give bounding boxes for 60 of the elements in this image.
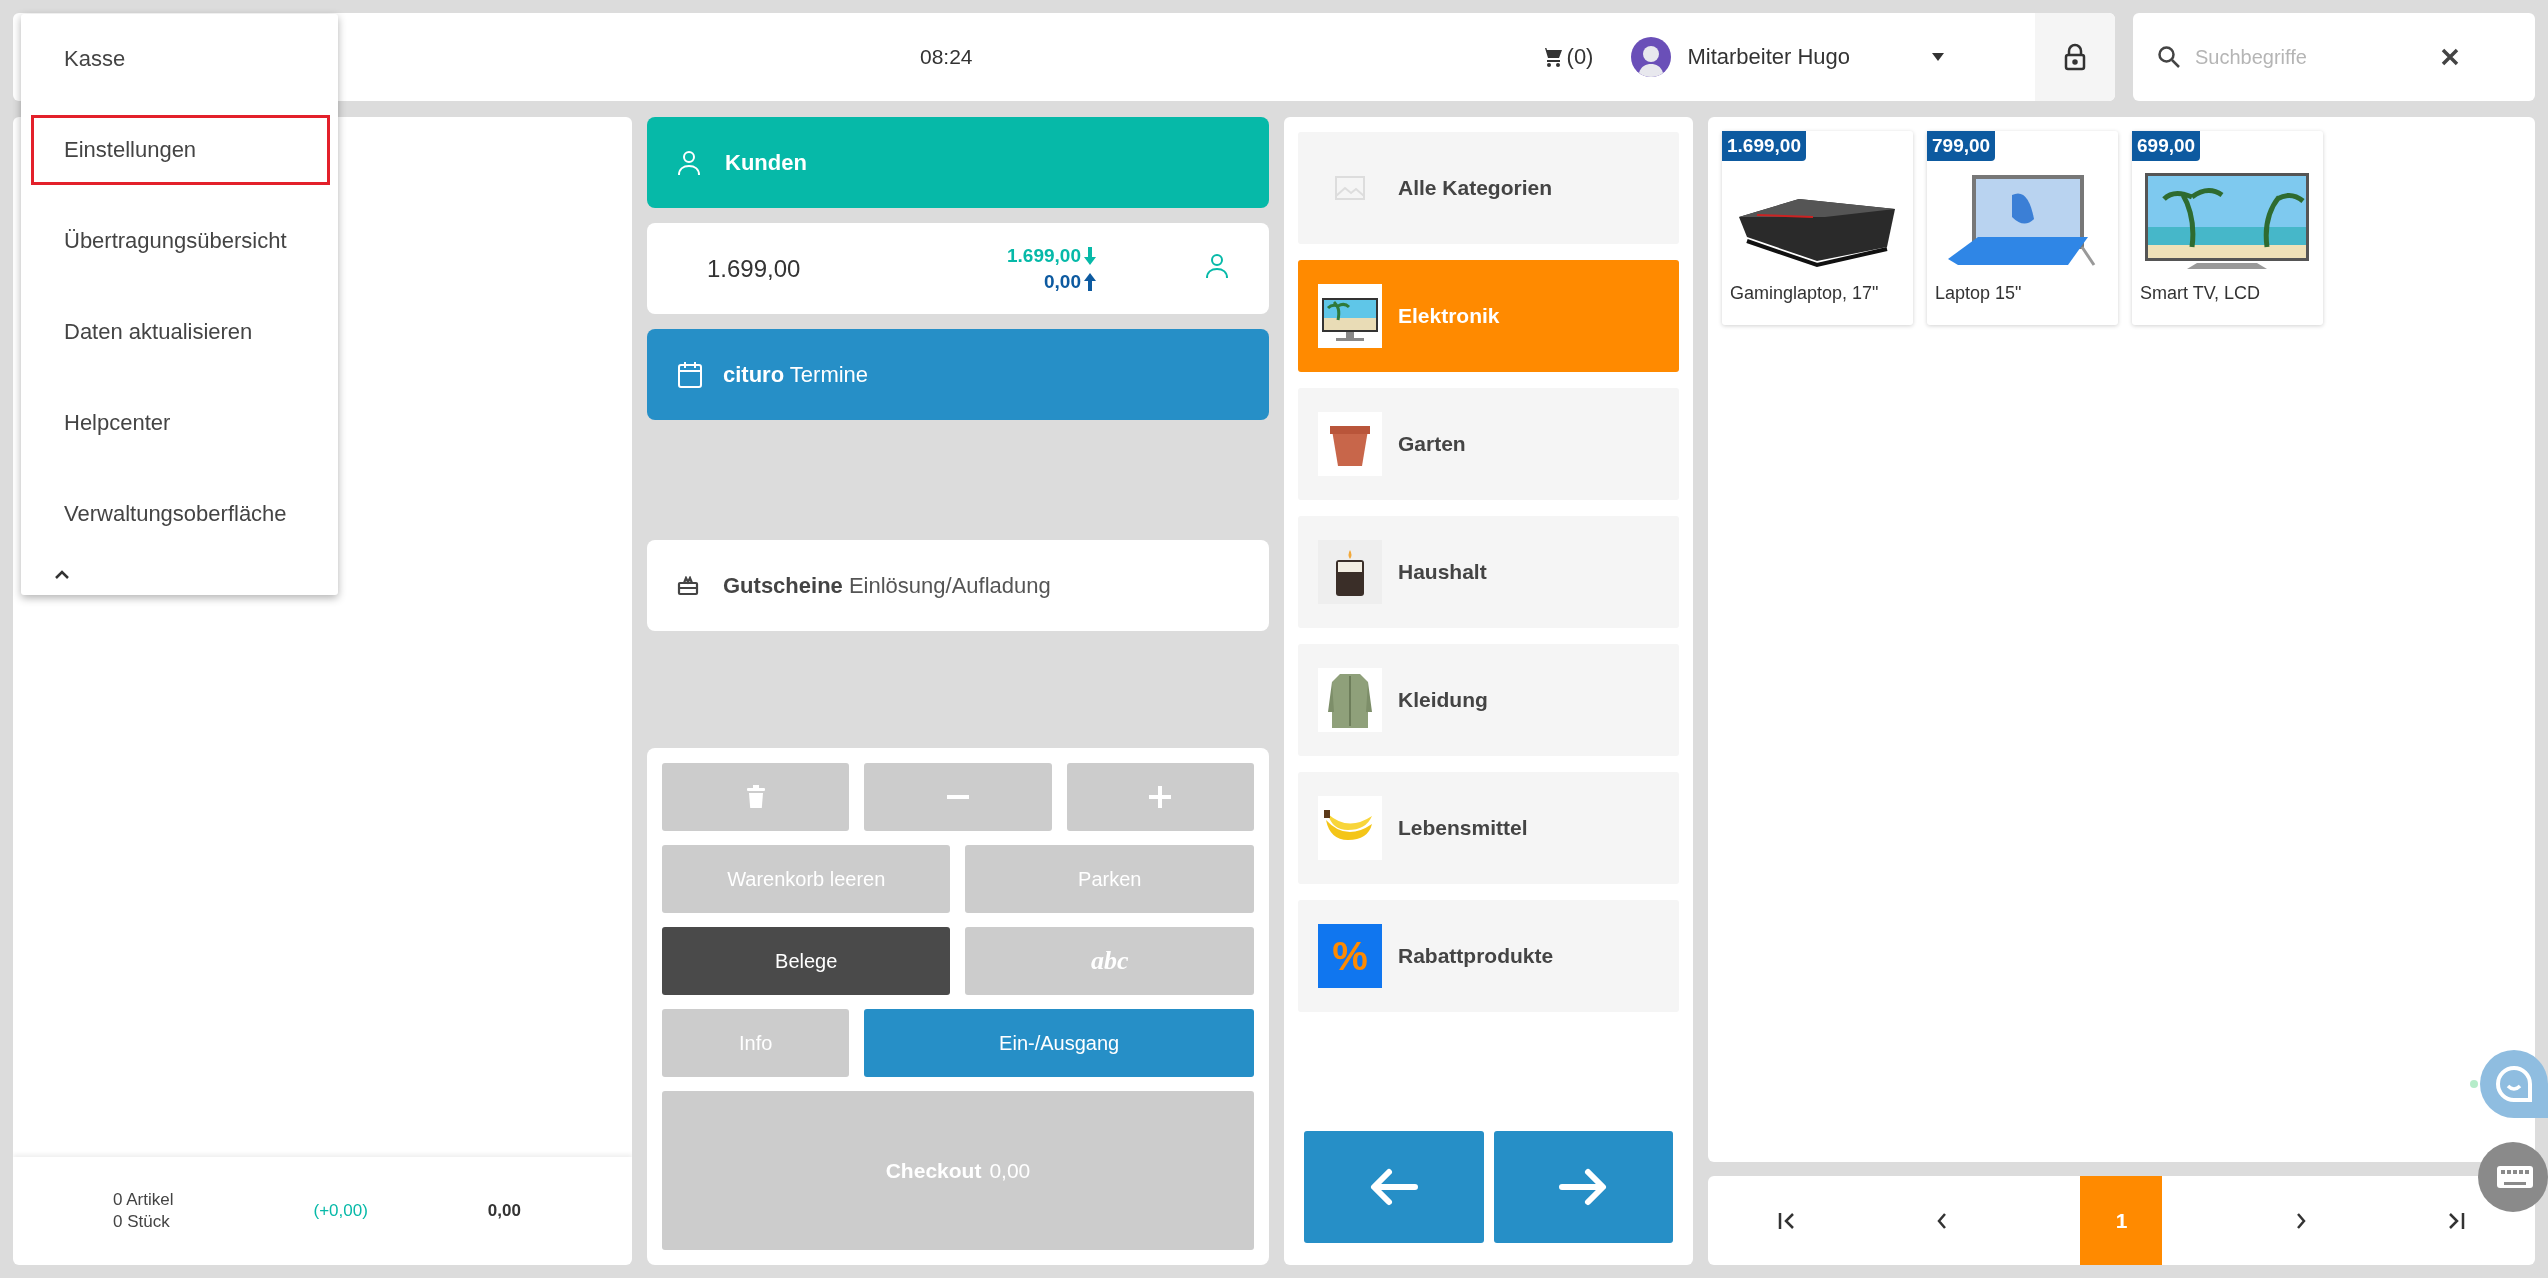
discount-badge: % (1318, 924, 1382, 988)
incoming-amount: 1.699,00 (1007, 244, 1096, 267)
keypad-button[interactable]: Belege (662, 927, 951, 995)
previous-button[interactable] (1304, 1131, 1484, 1243)
search-icon (2157, 45, 2181, 69)
menu-item[interactable]: Kasse (31, 24, 330, 94)
arrow-left-icon (1368, 1167, 1419, 1207)
lock-icon (2064, 43, 2086, 71)
product-card[interactable]: Smart TV, LCD 699,00 (2132, 131, 2323, 325)
product-price: 799,00 (1927, 131, 1996, 161)
keyboard-icon[interactable] (2478, 1142, 2548, 1212)
menu-item[interactable]: Übertragungsübersicht (31, 206, 330, 276)
category-button[interactable]: Lebensmittel (1298, 772, 1679, 884)
calendar-icon (677, 360, 703, 389)
vouchers-button[interactable]: Gutscheine Einlösung/Aufladung (647, 540, 1269, 631)
plus-icon (1149, 786, 1172, 808)
menu-item[interactable]: Einstellungen (31, 115, 330, 185)
next-button[interactable] (1493, 1131, 1673, 1243)
caret-down-icon[interactable] (1932, 53, 1945, 61)
product-price: 1.699,00 (1722, 131, 1806, 161)
product-name: Smart TV, LCD (2139, 282, 2262, 305)
lock-button[interactable] (2035, 13, 2115, 101)
appointments-button[interactable]: cituro Termine (647, 329, 1269, 420)
category-button[interactable]: % Rabattprodukte (1298, 900, 1679, 1012)
category-button[interactable]: Alle Kategorien (1298, 132, 1679, 244)
user-name[interactable]: Mitarbeiter Hugo (1687, 44, 1851, 70)
piece-count: 0 Stück (113, 1211, 171, 1233)
image-icon (1335, 176, 1365, 200)
minus-icon (947, 795, 969, 799)
category-button[interactable]: Kleidung (1298, 644, 1679, 756)
arrow-up-icon (1083, 272, 1096, 291)
balance-total: 1.699,00 (707, 254, 802, 283)
avatar-icon (1631, 37, 1672, 77)
customer-icon (1205, 252, 1229, 279)
product-card[interactable]: Gaminglaptop, 17" 1.699,00 (1722, 131, 1913, 325)
chevron-right-icon (2295, 1211, 2308, 1230)
category-button[interactable]: Garten (1298, 388, 1679, 500)
article-count: 0 Artikel (113, 1189, 174, 1211)
outgoing-amount: 0,00 (1044, 270, 1096, 293)
caret-up-icon[interactable] (55, 570, 69, 579)
product-name: Gaminglaptop, 17" (1729, 282, 1880, 305)
category-button[interactable]: Haushalt (1298, 516, 1679, 628)
close-icon (2441, 48, 2459, 66)
keypad-button[interactable]: Ein-/Ausgang (864, 1009, 1254, 1077)
change-amount: (+0,00) (313, 1201, 368, 1221)
user-icon (677, 149, 701, 176)
product-price: 699,00 (2132, 131, 2201, 161)
cart-total: 0,00 (487, 1201, 521, 1221)
menu-item[interactable]: Helpcenter (31, 388, 330, 458)
chevron-left-icon (1935, 1211, 1948, 1230)
trash-icon (745, 785, 766, 809)
menu-item[interactable]: Verwaltungsoberfläche (31, 479, 330, 549)
cart-button[interactable]: (0) (1540, 44, 1594, 70)
gift-icon (677, 575, 699, 596)
arrow-down-icon (1083, 246, 1096, 265)
product-card[interactable]: Laptop 15" 799,00 (1927, 131, 2118, 325)
menu-item[interactable]: Daten aktualisieren (31, 297, 330, 367)
arrow-right-icon (1558, 1167, 1609, 1207)
clock-time: 08:24 (920, 45, 973, 69)
product-name: Laptop 15" (1934, 282, 2023, 305)
